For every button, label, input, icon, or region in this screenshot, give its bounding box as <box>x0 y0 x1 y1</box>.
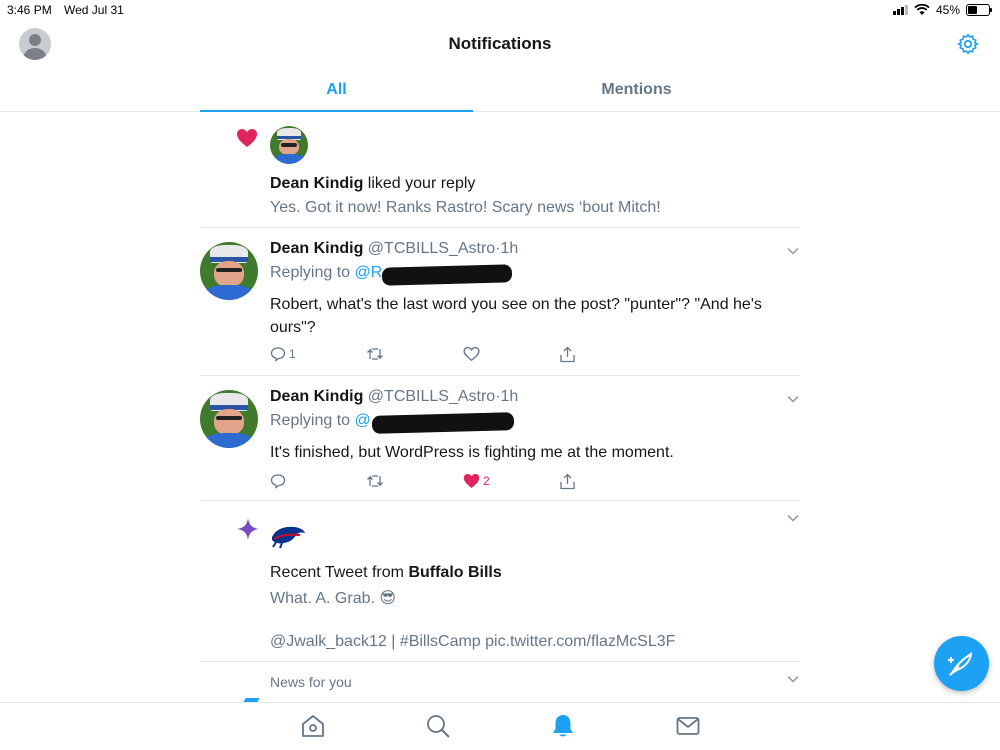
chevron-down-icon[interactable] <box>786 672 800 686</box>
messages-envelope-icon[interactable] <box>675 713 701 739</box>
like-outline-icon[interactable] <box>463 346 480 362</box>
search-icon[interactable] <box>425 713 451 739</box>
recent-tweet-notification[interactable]: Recent Tweet from Buffalo Bills What. A.… <box>200 501 800 662</box>
header: Notifications <box>0 20 1000 68</box>
chevron-down-icon[interactable] <box>786 511 800 525</box>
cellular-signal-icon <box>892 5 908 15</box>
recent-tweet-prefix: Recent Tweet from <box>270 564 409 581</box>
recent-tweet-text: What. A. Grab. 😎 <box>270 590 397 607</box>
chevron-down-icon[interactable] <box>786 244 800 258</box>
bottom-navigation <box>0 702 1000 750</box>
compose-tweet-button[interactable] <box>934 636 989 691</box>
buffalo-bills-logo[interactable] <box>270 523 306 549</box>
settings-gear-icon[interactable] <box>956 32 980 56</box>
like-action: liked your reply <box>363 175 476 192</box>
heart-icon <box>237 129 257 147</box>
home-icon[interactable] <box>300 713 326 739</box>
replying-to-line: Replying to @ <box>270 412 371 430</box>
like-count: 2 <box>483 474 490 488</box>
actor-name[interactable]: Dean Kindig <box>270 175 363 192</box>
wifi-icon <box>914 4 930 15</box>
recent-tweet-heading: Recent Tweet from Buffalo Bills <box>270 564 502 582</box>
dean-kindig-avatar[interactable] <box>270 126 308 164</box>
dean-kindig-avatar[interactable] <box>200 242 258 300</box>
tweet-header: Dean Kindig @TCBILLS_Astro·1h <box>270 240 518 258</box>
notification-tabs: All Mentions <box>0 70 1000 112</box>
like-button-liked[interactable]: 2 <box>463 473 490 489</box>
notifications-bell-icon[interactable] <box>550 713 576 739</box>
reply-tweet[interactable]: Dean Kindig @TCBILLS_Astro·1h Replying t… <box>200 376 800 501</box>
tweet-header: Dean Kindig @TCBILLS_Astro·1h <box>270 388 518 406</box>
tweet-text: Robert, what's the last word you see on … <box>270 296 762 336</box>
like-text: Dean Kindig liked your reply <box>270 175 475 193</box>
status-time: 3:46 PM <box>7 3 52 17</box>
tab-all[interactable]: All <box>200 70 473 112</box>
news-label: News for you <box>270 674 352 690</box>
retweet-icon[interactable] <box>366 473 384 489</box>
share-icon[interactable] <box>559 473 576 490</box>
liked-reply-text: Yes. Got it now! Ranks Rastro! Scary new… <box>270 199 661 216</box>
news-notification[interactable]: News for you <box>200 662 800 704</box>
tweet-author-name[interactable]: Dean Kindig <box>270 388 363 405</box>
status-date: Wed Jul 31 <box>64 3 124 17</box>
page-title: Notifications <box>448 34 552 53</box>
tweet-text: It's finished, but WordPress is fighting… <box>270 444 674 461</box>
account-name[interactable]: Buffalo Bills <box>408 564 501 581</box>
avatar-photo <box>200 390 258 448</box>
like-notification[interactable]: Dean Kindig liked your reply Yes. Got it… <box>200 113 800 228</box>
battery-icon <box>966 4 992 16</box>
redaction-scribble <box>371 412 515 434</box>
dean-kindig-avatar[interactable] <box>200 390 258 448</box>
reply-button[interactable]: 1 <box>270 346 296 362</box>
sparkle-icon <box>237 518 259 540</box>
tweet-author-handle[interactable]: @TCBILLS_Astro <box>368 240 495 257</box>
replying-to-handle[interactable]: @R <box>355 264 383 281</box>
heart-filled-icon <box>463 474 480 488</box>
reply-tweet[interactable]: Dean Kindig @TCBILLS_Astro·1h Replying t… <box>200 228 800 376</box>
avatar-photo <box>200 242 258 300</box>
replying-to-handle[interactable]: @ <box>355 412 371 429</box>
avatar-photo <box>270 126 308 164</box>
tab-mentions[interactable]: Mentions <box>500 70 773 112</box>
notification-feed[interactable]: Dean Kindig liked your reply Yes. Got it… <box>200 113 800 704</box>
replying-to-prefix: Replying to <box>270 264 355 281</box>
tweet-time: 1h <box>500 240 519 257</box>
compose-feather-icon <box>948 652 973 676</box>
tweet-time: 1h <box>500 388 519 405</box>
status-bar: 3:46 PM Wed Jul 31 45% <box>0 0 1000 20</box>
status-right: 45% <box>892 3 992 17</box>
chevron-down-icon[interactable] <box>786 392 800 406</box>
redaction-scribble <box>381 264 513 286</box>
tweet-author-handle[interactable]: @TCBILLS_Astro <box>368 388 495 405</box>
reply-icon[interactable] <box>270 473 286 489</box>
recent-tweet-links[interactable]: @Jwalk_back12 | #BillsCamp pic.twitter.c… <box>270 633 675 651</box>
tweet-author-name[interactable]: Dean Kindig <box>270 240 363 257</box>
reply-count: 1 <box>289 347 296 361</box>
share-icon[interactable] <box>559 346 576 363</box>
retweet-icon[interactable] <box>366 346 384 362</box>
reply-icon <box>270 347 286 362</box>
battery-percent: 45% <box>935 3 960 17</box>
replying-to-prefix: Replying to <box>270 412 355 429</box>
